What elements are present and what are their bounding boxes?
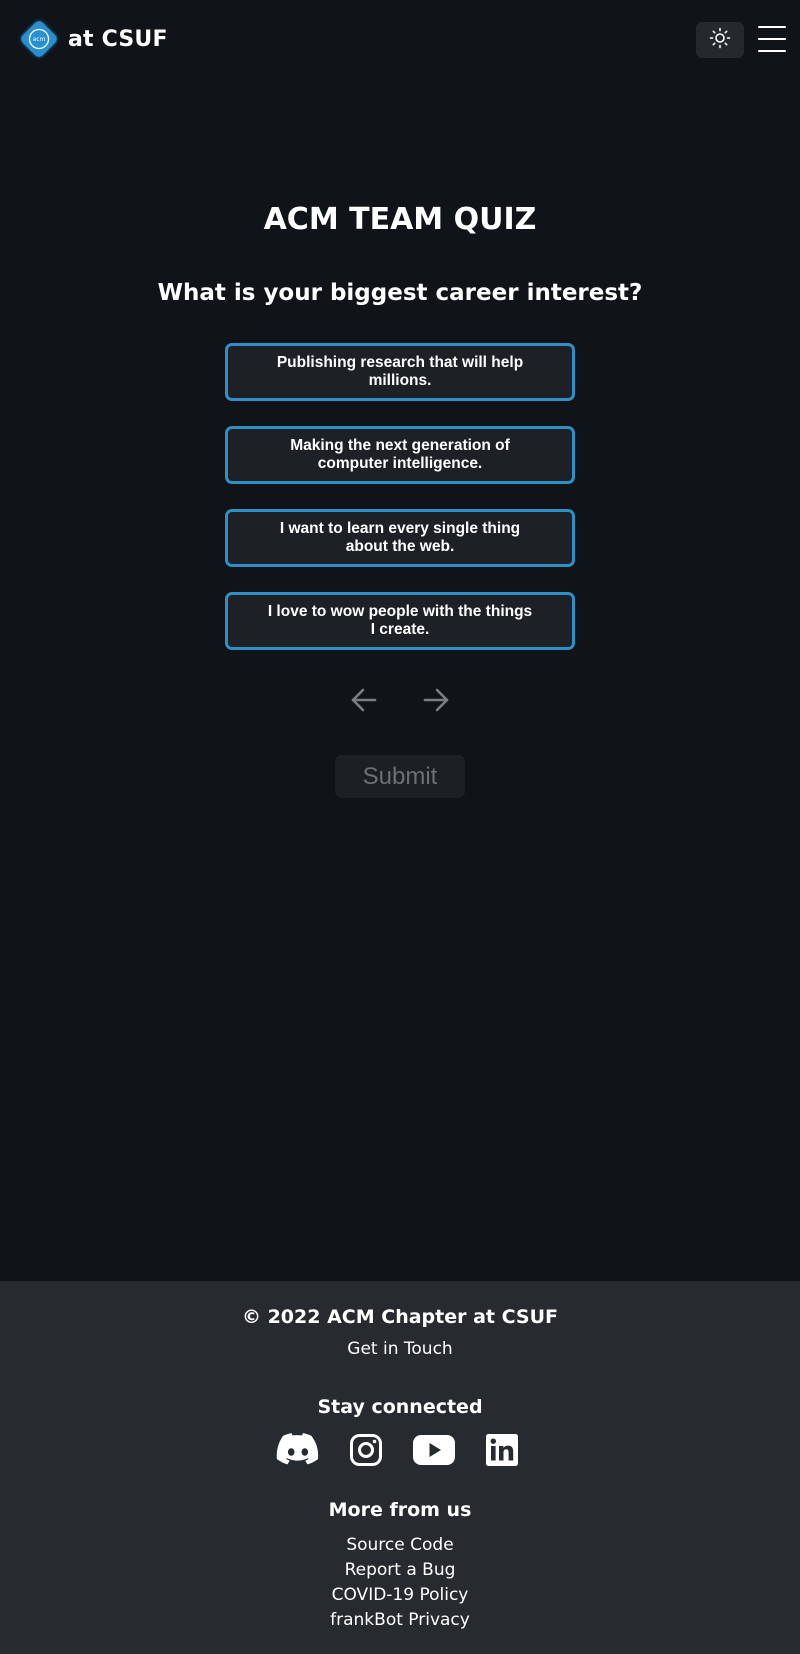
frankbot-privacy-link[interactable]: frankBot Privacy — [0, 1608, 800, 1633]
arrow-right-icon[interactable] — [420, 684, 452, 716]
linkedin-icon[interactable] — [480, 1432, 524, 1468]
arrow-left-icon[interactable] — [348, 684, 380, 716]
site-header: acm at CSUF — [0, 0, 800, 80]
theme-toggle-button[interactable] — [696, 22, 744, 58]
report-bug-link[interactable]: Report a Bug — [0, 1558, 800, 1583]
brand-name: at CSUF — [68, 26, 168, 52]
answer-list: Publishing research that will help milli… — [225, 343, 575, 675]
page-title: ACM TEAM QUIZ — [263, 202, 537, 237]
stay-connected-heading: Stay connected — [317, 1396, 483, 1418]
covid-policy-link[interactable]: COVID-19 Policy — [0, 1583, 800, 1608]
hamburger-menu-icon[interactable] — [758, 26, 786, 52]
submit-button[interactable]: Submit — [335, 755, 465, 798]
answer-option-create[interactable]: I love to wow people with the things I c… — [225, 592, 575, 650]
question-navigation — [348, 684, 452, 716]
answer-option-research[interactable]: Publishing research that will help milli… — [225, 343, 575, 401]
site-footer: © 2022 ACM Chapter at CSUF Get in Touch … — [0, 1281, 800, 1654]
home-logo-link[interactable]: acm at CSUF — [18, 18, 168, 60]
copyright-text: © 2022 ACM Chapter at CSUF — [241, 1306, 559, 1328]
svg-text:acm: acm — [33, 36, 46, 43]
quiz-question: What is your biggest career interest? — [157, 280, 643, 306]
discord-icon[interactable] — [276, 1432, 320, 1468]
acm-logo-icon: acm — [18, 18, 60, 60]
youtube-icon[interactable] — [412, 1432, 456, 1468]
answer-option-web[interactable]: I want to learn every single thing about… — [225, 509, 575, 567]
answer-option-ai[interactable]: Making the next generation of computer i… — [225, 426, 575, 484]
footer-links: Source Code Report a Bug COVID-19 Policy… — [0, 1533, 800, 1633]
source-code-link[interactable]: Source Code — [0, 1533, 800, 1558]
social-links — [276, 1432, 526, 1468]
more-from-us-heading: More from us — [328, 1499, 472, 1521]
get-in-touch-link[interactable]: Get in Touch — [0, 1339, 800, 1359]
sun-icon — [709, 27, 731, 53]
instagram-icon[interactable] — [344, 1432, 388, 1468]
